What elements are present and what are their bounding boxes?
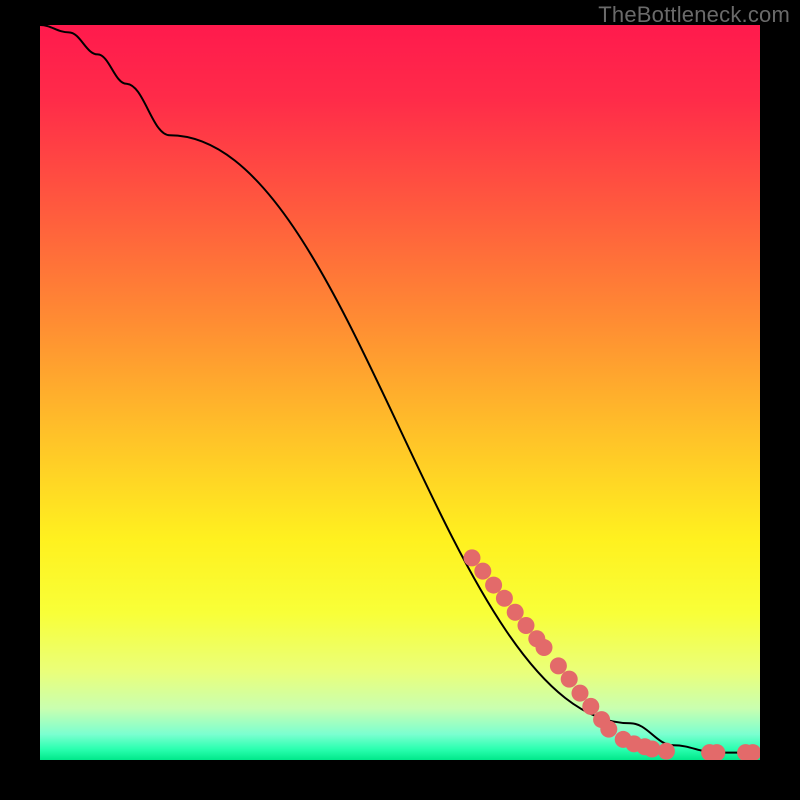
- marker-point: [474, 563, 491, 580]
- marker-point: [582, 698, 599, 715]
- marker-point: [485, 577, 502, 594]
- watermark-label: TheBottleneck.com: [598, 2, 790, 28]
- chart-frame: TheBottleneck.com: [0, 0, 800, 800]
- marker-point: [507, 604, 524, 621]
- marker-group: [464, 549, 761, 760]
- marker-point: [536, 639, 553, 656]
- marker-point: [572, 685, 589, 702]
- marker-point: [550, 657, 567, 674]
- bottleneck-curve: [40, 25, 760, 753]
- marker-point: [464, 549, 481, 566]
- marker-point: [658, 743, 675, 760]
- marker-point: [496, 590, 513, 607]
- plot-area: [40, 25, 760, 760]
- marker-point: [644, 740, 661, 757]
- marker-point: [561, 671, 578, 688]
- marker-point: [600, 721, 617, 738]
- curve-layer: [40, 25, 760, 760]
- marker-point: [518, 617, 535, 634]
